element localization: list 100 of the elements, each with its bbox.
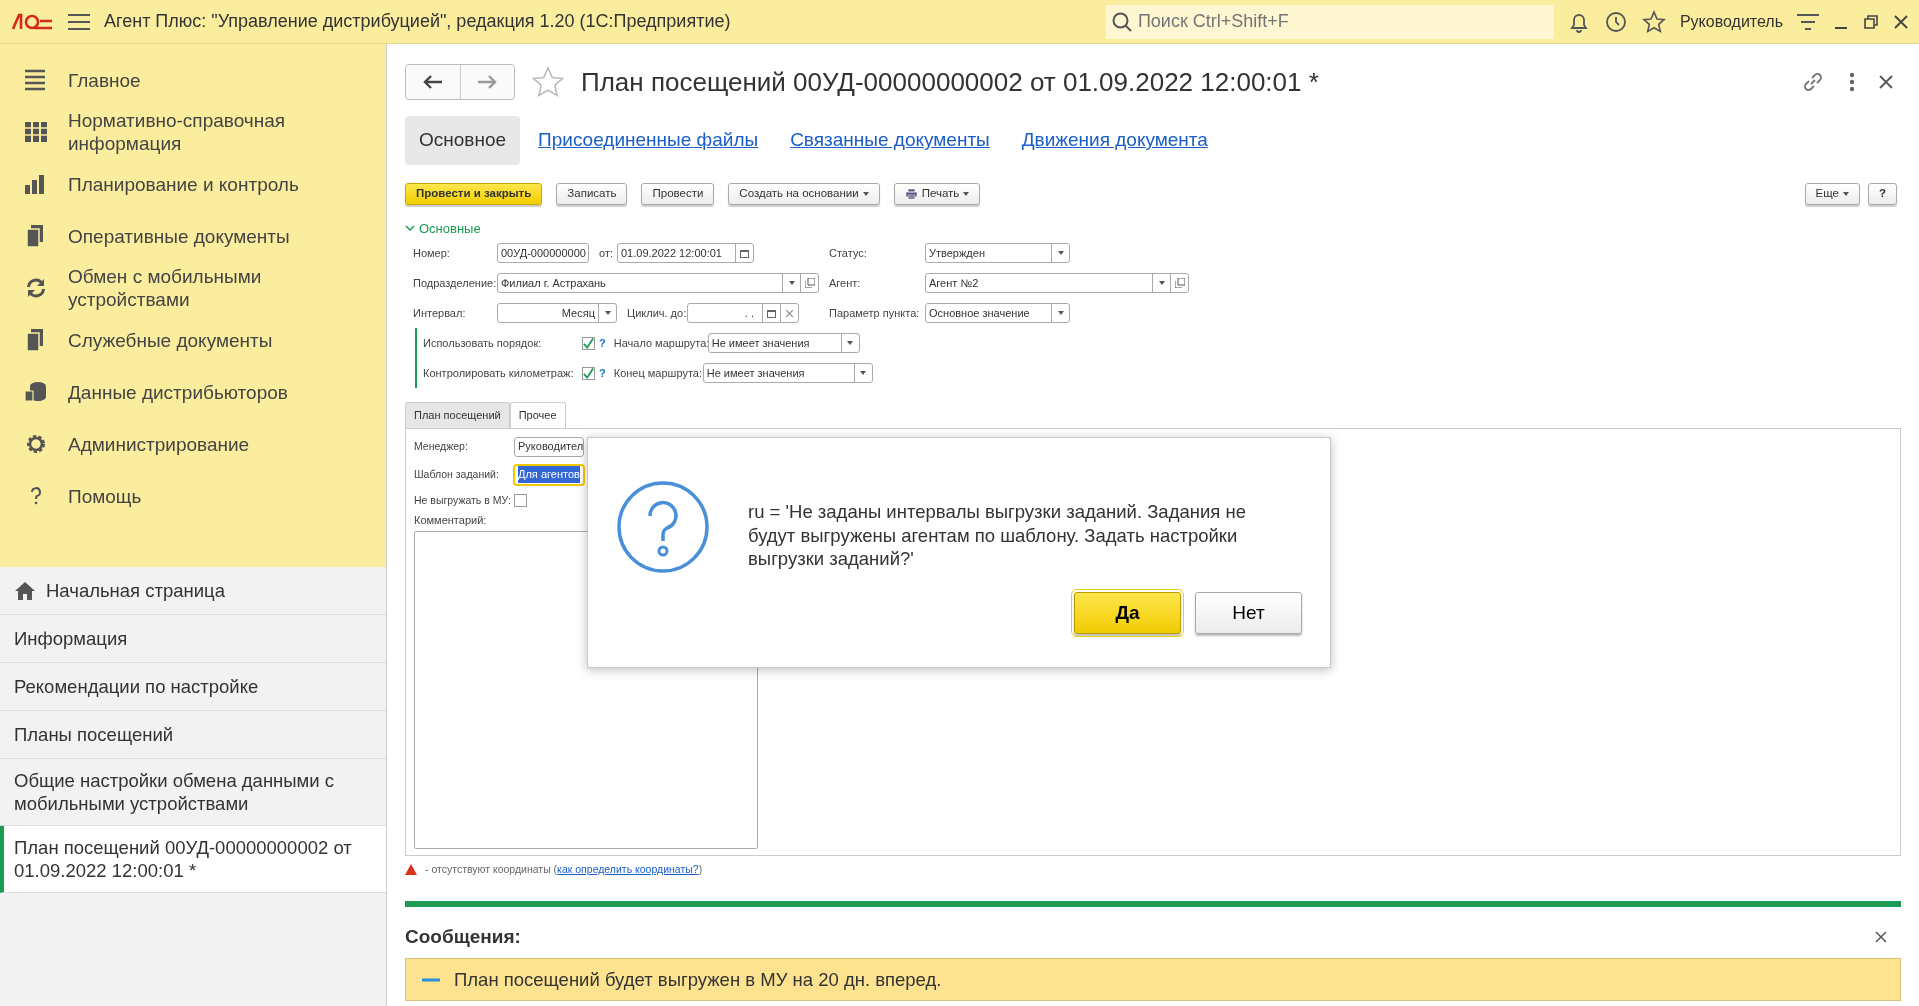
user-name[interactable]: Руководитель	[1679, 9, 1783, 34]
checkbox[interactable]	[582, 366, 595, 380]
caret-icon	[604, 311, 611, 315]
form-title: План посещений 00УД-00000000002 от 01.09.2022 12:00:01 *	[581, 65, 1319, 99]
input-field[interactable]: Руководител	[514, 436, 584, 457]
open-window-tab[interactable]: План посещений 00УД-00000000002 от 01.09.2022 12:00:01 *	[0, 826, 386, 893]
question-icon	[616, 480, 710, 574]
section-link[interactable]: Главное	[68, 68, 141, 92]
check-icon	[583, 367, 594, 379]
toolbar-button[interactable]: Записать	[556, 182, 628, 205]
open-icon	[1174, 278, 1185, 288]
field-label: Комментарий:	[414, 513, 487, 529]
calendar-icon	[740, 248, 749, 258]
field-label: Шаблон заданий:	[414, 466, 500, 482]
search-icon	[1111, 11, 1132, 32]
section-link[interactable]: Планирование и контроль	[68, 172, 299, 196]
calendar-icon	[767, 308, 776, 318]
section-link[interactable]: Данные дистрибьюторов	[68, 380, 288, 404]
form-tab[interactable]: Связанные документы	[776, 116, 1004, 165]
open-window-tab[interactable]: Информация	[0, 615, 386, 663]
input-field[interactable]: Основное значение	[925, 303, 1070, 323]
form-tab[interactable]: План посещений	[405, 402, 510, 428]
input-field[interactable]: Для агентов	[514, 464, 584, 485]
caret-icon	[847, 341, 854, 345]
printer-icon	[904, 187, 918, 200]
restore-icon[interactable]	[1863, 13, 1879, 30]
toolbar-button[interactable]: Провести и закрыть	[405, 182, 543, 205]
field-label: Контролировать километраж:	[423, 365, 575, 381]
legend-text: - отсутствуют координаты (как определить координаты?)	[425, 861, 703, 877]
field-label: Статус:	[829, 245, 868, 261]
checkbox[interactable]	[514, 494, 527, 507]
dash-icon	[422, 977, 440, 982]
input-field[interactable]: Не имеет значения	[702, 363, 873, 383]
field-label: Параметр пункта:	[829, 305, 921, 321]
open-icon	[804, 278, 815, 288]
open-window-tab[interactable]: Рекомендации по настройке	[0, 663, 386, 711]
input-field[interactable]: Утвержден	[925, 243, 1070, 263]
caret-icon	[1057, 251, 1064, 255]
print-button[interactable]: Печать	[893, 182, 981, 205]
star-icon[interactable]	[1641, 9, 1666, 34]
section-link[interactable]: Нормативно-справочная информация	[68, 109, 366, 155]
input-field[interactable]: . .	[687, 303, 799, 323]
input-field[interactable]: Не имеет значения	[707, 333, 860, 353]
help-icon[interactable]: ?	[599, 364, 606, 382]
section-link[interactable]: Помощь	[68, 484, 142, 508]
toolbar-button[interactable]: Создать на основании	[728, 182, 880, 205]
input-field[interactable]: Месяц	[497, 303, 617, 323]
coordinates-link[interactable]: как определить координаты?	[557, 862, 699, 875]
clear-icon	[786, 309, 793, 317]
menu-icon[interactable]	[68, 12, 90, 31]
filter-icon[interactable]	[1797, 12, 1819, 31]
checkbox[interactable]	[582, 336, 595, 350]
field-label: Не выгружать в МУ:	[414, 492, 512, 508]
no-button[interactable]: Нет	[1195, 592, 1302, 634]
input-field[interactable]: Агент №2	[925, 273, 1189, 293]
more-icon[interactable]	[1849, 72, 1855, 92]
link-icon[interactable]	[1801, 70, 1825, 94]
check-icon	[583, 337, 594, 349]
form-tab[interactable]: Основное	[405, 116, 521, 165]
input-field[interactable]: 01.09.2022 12:00:01	[617, 243, 754, 263]
home-icon	[14, 580, 36, 601]
section-link[interactable]: Обмен с мобильными устройствами	[68, 265, 366, 311]
section-link[interactable]: Администрирование	[68, 432, 250, 456]
history-icon[interactable]	[1603, 9, 1628, 34]
more-button[interactable]: Еще	[1804, 182, 1860, 205]
open-window-tab[interactable]: Планы посещений	[0, 711, 386, 759]
toolbar-button[interactable]: Провести	[641, 182, 715, 205]
dialog-message: ru = 'Не заданы интервалы выгрузки заданий. Задания не будут выгружены агентам по шаблону. Задать настройки выгрузки заданий?'	[748, 500, 1247, 571]
caret-icon	[963, 191, 970, 196]
field-label: Агент:	[829, 275, 862, 291]
group-header[interactable]: Основные	[405, 218, 1901, 238]
help-button[interactable]: ?	[1867, 182, 1897, 205]
form-tab[interactable]: Прочее	[509, 402, 566, 428]
close-icon[interactable]	[1893, 13, 1909, 30]
input-field[interactable]: 00УД-000000000	[497, 243, 589, 263]
close-icon[interactable]	[1875, 931, 1887, 944]
field-label: Использовать порядок:	[423, 335, 543, 351]
warning-icon	[405, 863, 417, 875]
section-link[interactable]: Оперативные документы	[68, 224, 290, 248]
caret-icon	[1842, 191, 1849, 196]
search-field[interactable]: Поиск Ctrl+Shift+F	[1105, 4, 1554, 39]
form-tab[interactable]: Движения документа	[1007, 116, 1222, 165]
field-label: Конец маршрута:	[613, 365, 703, 381]
close-icon[interactable]	[1879, 75, 1893, 89]
input-field[interactable]: Филиал г. Астрахань	[497, 273, 819, 293]
arrow-left-icon	[422, 75, 443, 89]
caret-icon	[862, 191, 869, 196]
field-label: от:	[599, 245, 614, 261]
section-link[interactable]: Служебные документы	[68, 328, 273, 352]
field-label: Номер:	[413, 245, 451, 261]
field-label: Подразделение:	[413, 275, 497, 291]
help-icon[interactable]: ?	[599, 334, 606, 352]
yes-button[interactable]: Да	[1074, 592, 1181, 634]
messages-title: Сообщения:	[405, 925, 521, 949]
open-window-tab[interactable]: Начальная страница	[0, 567, 386, 615]
arrow-right-icon	[477, 75, 498, 89]
form-tab[interactable]: Присоединенные файлы	[524, 116, 773, 165]
caret-icon	[788, 281, 795, 285]
field-label: Начало маршрута:	[613, 335, 708, 351]
star-icon[interactable]	[531, 66, 565, 98]
